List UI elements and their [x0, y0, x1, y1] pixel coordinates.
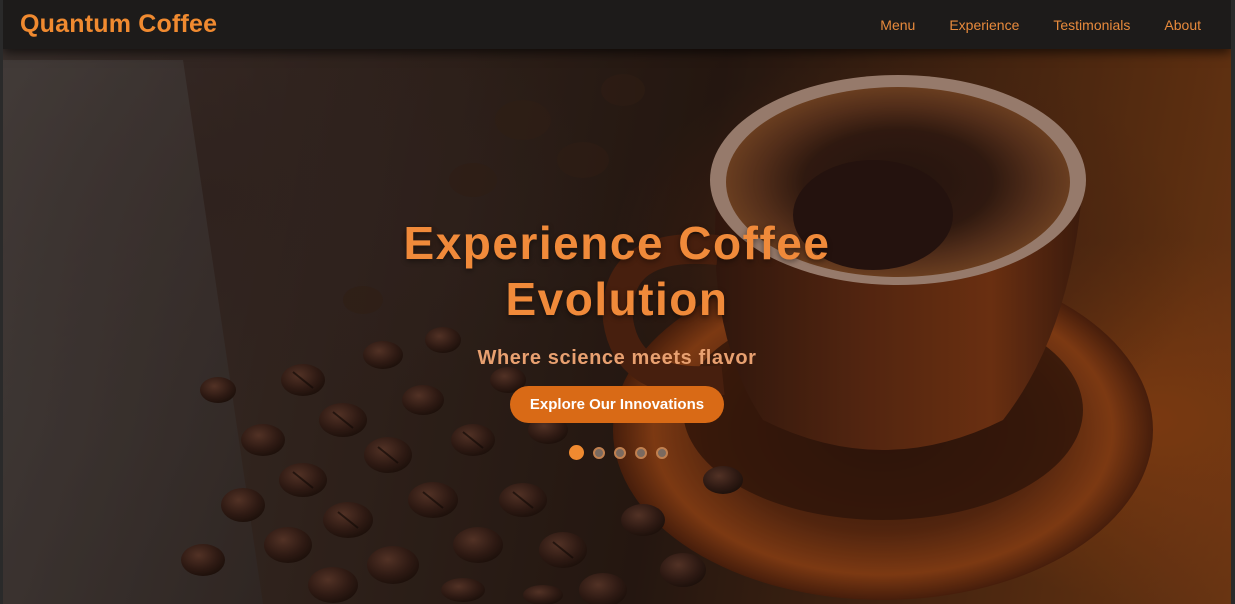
- navbar: Quantum Coffee Menu Experience Testimoni…: [3, 0, 1231, 49]
- carousel-dots: [3, 445, 1231, 460]
- carousel-dot-4[interactable]: [635, 446, 647, 459]
- explore-innovations-button[interactable]: Explore Our Innovations: [509, 386, 725, 423]
- page: Quantum Coffee Menu Experience Testimoni…: [0, 0, 1235, 604]
- carousel-dot-5[interactable]: [656, 446, 668, 459]
- hero-subtitle: Where science meets flavor: [477, 347, 757, 369]
- nav-link-experience[interactable]: Experience: [949, 17, 1019, 33]
- carousel-dot-1[interactable]: [569, 445, 584, 460]
- hero-content: Experience Coffee Evolution Where scienc…: [3, 215, 1231, 460]
- nav-link-menu[interactable]: Menu: [880, 17, 915, 33]
- nav-links: Menu Experience Testimonials About: [880, 17, 1201, 33]
- nav-link-about[interactable]: About: [1164, 17, 1201, 33]
- nav-link-testimonials[interactable]: Testimonials: [1053, 17, 1130, 33]
- brand-logo[interactable]: Quantum Coffee: [20, 10, 217, 39]
- carousel-dot-3[interactable]: [614, 446, 626, 459]
- hero-title: Experience Coffee Evolution: [403, 217, 831, 325]
- carousel-dot-2[interactable]: [593, 446, 605, 459]
